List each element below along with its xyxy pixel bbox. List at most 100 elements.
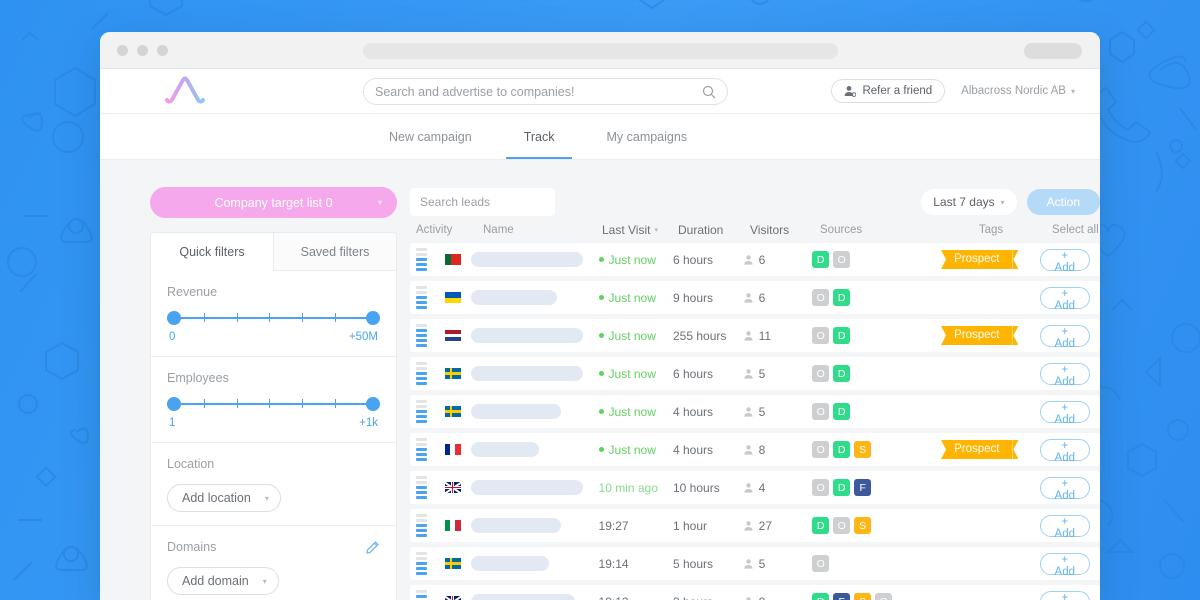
- company-name-cell[interactable]: [471, 404, 598, 419]
- tag-chip[interactable]: Prospect: [941, 440, 1018, 459]
- action-button[interactable]: Action: [1026, 189, 1100, 215]
- source-badge-o[interactable]: O: [833, 251, 851, 268]
- source-badge-s[interactable]: S: [854, 441, 872, 458]
- source-badge-o[interactable]: O: [833, 517, 851, 534]
- select-all-label[interactable]: Select all: [1052, 224, 1099, 236]
- date-range-selector[interactable]: Last 7 days ▾: [921, 189, 1017, 215]
- activity-bar: [416, 557, 427, 560]
- source-badge-d[interactable]: D: [833, 289, 851, 306]
- source-badge-o[interactable]: O: [812, 289, 830, 306]
- add-lead-button[interactable]: + Add: [1039, 514, 1091, 540]
- employees-range-slider[interactable]: [167, 397, 380, 411]
- tab-quick-filters[interactable]: Quick filters: [151, 233, 274, 271]
- tag-chip[interactable]: Prospect: [941, 326, 1018, 345]
- revenue-slider-min-handle[interactable]: [167, 311, 181, 325]
- activity-indicator: [410, 362, 434, 385]
- source-badge-d[interactable]: D: [812, 251, 830, 268]
- source-badge-d[interactable]: D: [812, 517, 830, 534]
- company-name-cell[interactable]: [471, 366, 598, 381]
- company-name-cell[interactable]: [471, 328, 598, 343]
- albacross-logo-icon[interactable]: [162, 76, 208, 106]
- add-lead-button[interactable]: + Add: [1039, 362, 1091, 388]
- last-visit-cell: 19:27: [599, 519, 673, 533]
- source-badge-o[interactable]: O: [812, 365, 830, 382]
- table-row[interactable]: Just now 6 hours 6 D O Prospect + Add: [410, 243, 1100, 276]
- company-target-list-selector[interactable]: Company target list 0 ▾: [150, 187, 397, 218]
- source-badge-d[interactable]: D: [833, 441, 851, 458]
- table-row[interactable]: 19:27 1 hour 27 D O S + Add: [410, 509, 1100, 542]
- source-badge-o[interactable]: O: [812, 441, 830, 458]
- activity-bar: [416, 329, 427, 332]
- browser-toolbar-button[interactable]: [1024, 43, 1082, 59]
- source-badge-f[interactable]: F: [833, 593, 851, 600]
- employees-max-value: +1k: [359, 417, 378, 429]
- account-menu[interactable]: Albacross Nordic AB ▾: [961, 85, 1075, 97]
- global-search[interactable]: [363, 78, 728, 105]
- edit-pencil-icon[interactable]: [366, 540, 380, 554]
- tab-saved-filters[interactable]: Saved filters: [274, 233, 396, 271]
- source-badge-o[interactable]: O: [812, 403, 830, 420]
- address-bar[interactable]: [363, 43, 838, 59]
- add-lead-button[interactable]: + Add: [1039, 552, 1091, 578]
- activity-bar: [416, 339, 427, 342]
- table-row[interactable]: 10 min ago 10 hours 4 O D F + Add: [410, 471, 1100, 504]
- duration-cell: 4 hours: [673, 442, 714, 457]
- add-location-select[interactable]: Add location ▾: [167, 484, 281, 512]
- table-row[interactable]: Just now 4 hours 8 O D S Prospect + Add: [410, 433, 1100, 466]
- tab-new-campaign[interactable]: New campaign: [363, 114, 498, 159]
- source-badge-o[interactable]: O: [875, 593, 893, 600]
- add-lead-button[interactable]: + Add: [1039, 324, 1091, 350]
- close-window-button[interactable]: [117, 44, 128, 56]
- table-row[interactable]: Just now 9 hours 6 O D + Add: [410, 281, 1100, 314]
- add-lead-button[interactable]: + Add: [1039, 590, 1091, 600]
- employees-slider-min-handle[interactable]: [167, 397, 181, 411]
- table-row[interactable]: 19:13 3 hours 8 DFSO + Add: [410, 585, 1100, 600]
- add-lead-button[interactable]: + Add: [1039, 476, 1091, 502]
- table-row[interactable]: 19:14 5 hours 5 O + Add: [410, 547, 1100, 580]
- table-row[interactable]: Just now 255 hours 11 O D Prospect + Add: [410, 319, 1100, 352]
- company-name-cell[interactable]: [471, 556, 598, 571]
- add-domain-select[interactable]: Add domain ▾: [167, 567, 279, 595]
- source-badge-s[interactable]: S: [854, 593, 872, 600]
- source-badge-f[interactable]: F: [854, 479, 872, 496]
- tab-my-campaigns[interactable]: My campaigns: [580, 114, 713, 159]
- company-name-cell[interactable]: [471, 290, 598, 305]
- employees-min-value: 1: [169, 417, 176, 429]
- revenue-range-slider[interactable]: [167, 311, 380, 325]
- company-name-cell[interactable]: [471, 442, 598, 457]
- window-controls[interactable]: [117, 44, 168, 56]
- company-name-cell[interactable]: [471, 518, 598, 533]
- employees-slider-max-handle[interactable]: [366, 397, 380, 411]
- source-badge-d[interactable]: D: [812, 593, 830, 600]
- source-badge-s[interactable]: S: [854, 517, 872, 534]
- source-badge-o[interactable]: O: [812, 555, 830, 572]
- filter-employees-label: Employees: [167, 371, 229, 385]
- column-header-select-all[interactable]: Select all: [1052, 224, 1100, 236]
- leads-search[interactable]: [410, 188, 575, 216]
- source-badge-d[interactable]: D: [833, 365, 851, 382]
- minimize-window-button[interactable]: [137, 44, 148, 56]
- search-input[interactable]: [375, 84, 702, 99]
- source-badge-o[interactable]: O: [812, 327, 830, 344]
- source-badge-d[interactable]: D: [833, 327, 851, 344]
- source-badge-d[interactable]: D: [833, 479, 851, 496]
- company-name-cell[interactable]: [471, 252, 598, 267]
- revenue-slider-max-handle[interactable]: [366, 311, 380, 325]
- tab-track[interactable]: Track: [498, 114, 581, 159]
- source-badge-o[interactable]: O: [812, 479, 830, 496]
- source-badge-d[interactable]: D: [833, 403, 851, 420]
- add-lead-button[interactable]: + Add: [1039, 400, 1091, 426]
- refer-a-friend-button[interactable]: Refer a friend: [831, 79, 946, 103]
- tag-chip[interactable]: Prospect: [941, 250, 1018, 269]
- add-lead-button[interactable]: + Add: [1039, 248, 1091, 274]
- add-lead-button[interactable]: + Add: [1039, 438, 1091, 464]
- maximize-window-button[interactable]: [157, 44, 168, 56]
- activity-bar: [416, 420, 427, 423]
- leads-search-input[interactable]: [420, 195, 575, 209]
- add-lead-button[interactable]: + Add: [1039, 286, 1091, 312]
- column-header-last-visit[interactable]: Last Visit ▾: [602, 223, 678, 237]
- company-name-cell[interactable]: [471, 594, 598, 600]
- table-row[interactable]: Just now 4 hours 5 O D + Add: [410, 395, 1100, 428]
- table-row[interactable]: Just now 6 hours 5 O D + Add: [410, 357, 1100, 390]
- company-name-cell[interactable]: [471, 480, 598, 495]
